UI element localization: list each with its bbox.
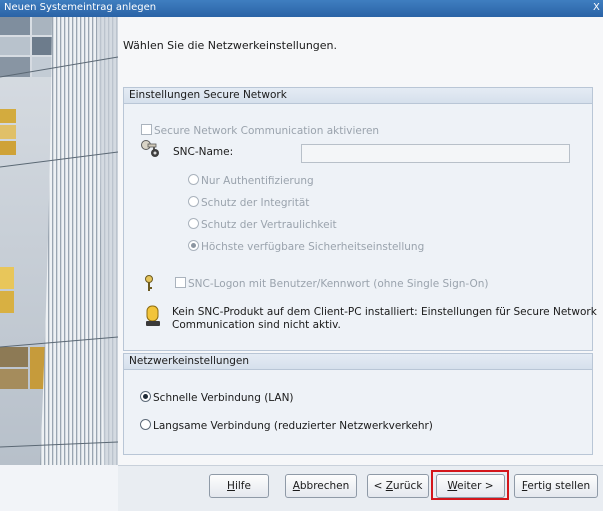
info-icon [144,305,162,332]
radio-circle-selected[interactable] [140,391,151,402]
snc-name-label: SNC-Name: [173,146,234,158]
snc-logon-label: SNC-Logon mit Benutzer/Kennwort (ohne Si… [188,278,489,290]
finish-button-label: ertig stellen [527,480,591,492]
secure-network-group: Einstellungen Secure Network Secure Netw… [123,87,597,351]
back-button-prefix: < [373,480,386,492]
snc-activate-label: Secure Network Communication aktivieren [154,125,380,137]
back-button[interactable]: < Zurück [367,474,429,498]
close-icon[interactable]: X [593,1,603,15]
key-icon [140,139,162,162]
option-max-security[interactable]: Höchste verfügbare Sicherheitseinstellun… [188,240,424,253]
back-button-key: Z [385,480,393,492]
option-integrity[interactable]: Schutz der Integrität [188,196,309,209]
network-settings-heading: Netzwerkeinstellungen [124,354,592,370]
help-button-label: ilfe [234,480,251,492]
help-button-key: H [227,480,235,492]
snc-name-input[interactable] [301,144,570,163]
finish-button[interactable]: Fertig stellen [514,474,598,498]
window-title: Neuen Systemeintrag anlegen [4,2,157,13]
wizard-banner-image [0,17,118,465]
next-button-highlight-frame [431,470,509,500]
radio-circle[interactable] [188,196,199,207]
back-button-label: urück [392,480,423,492]
option-slow-connection[interactable]: Langsame Verbindung (reduzierter Netzwer… [140,419,433,432]
radio-circle[interactable] [188,218,199,229]
option-label: Höchste verfügbare Sicherheitseinstellun… [201,241,425,253]
option-label: Schnelle Verbindung (LAN) [153,392,294,404]
checkbox-box[interactable] [141,124,152,135]
title-bar: Neuen Systemeintrag anlegen X [0,0,603,17]
info-line-1: Kein SNC-Produkt auf dem Client-PC insta… [172,306,597,318]
small-key-icon [144,275,154,296]
option-auth-only[interactable]: Nur Authentifizierung [188,174,314,187]
secure-network-heading: Einstellungen Secure Network [124,88,592,104]
checkbox-box[interactable] [175,277,186,288]
option-confidentiality[interactable]: Schutz der Vertraulichkeit [188,218,337,231]
option-label: Schutz der Integrität [201,197,310,209]
network-settings-group: Netzwerkeinstellungen Schnelle Verbindun… [123,353,593,455]
option-label: Schutz der Vertraulichkeit [201,219,337,231]
option-label: Langsame Verbindung (reduzierter Netzwer… [153,420,433,432]
radio-circle-selected[interactable] [188,240,199,251]
cancel-button-key: A [292,480,300,492]
snc-activate-checkbox[interactable]: Secure Network Communication aktivieren [141,124,379,137]
info-line-2: Communication sind nicht aktiv. [172,319,341,331]
option-fast-connection[interactable]: Schnelle Verbindung (LAN) [140,391,294,404]
intro-text: Wählen Sie die Netzwerkeinstellungen. [123,39,338,52]
wizard-content: Wählen Sie die Netzwerkeinstellungen. Ei… [118,17,603,465]
cancel-button[interactable]: Abbrechen [285,474,357,498]
radio-circle[interactable] [188,174,199,185]
radio-circle[interactable] [140,419,151,430]
snc-logon-checkbox[interactable]: SNC-Logon mit Benutzer/Kennwort (ohne Si… [175,277,489,290]
option-label: Nur Authentifizierung [201,175,314,187]
help-button[interactable]: Hilfe [209,474,269,498]
cancel-button-label: bbrechen [299,480,350,492]
